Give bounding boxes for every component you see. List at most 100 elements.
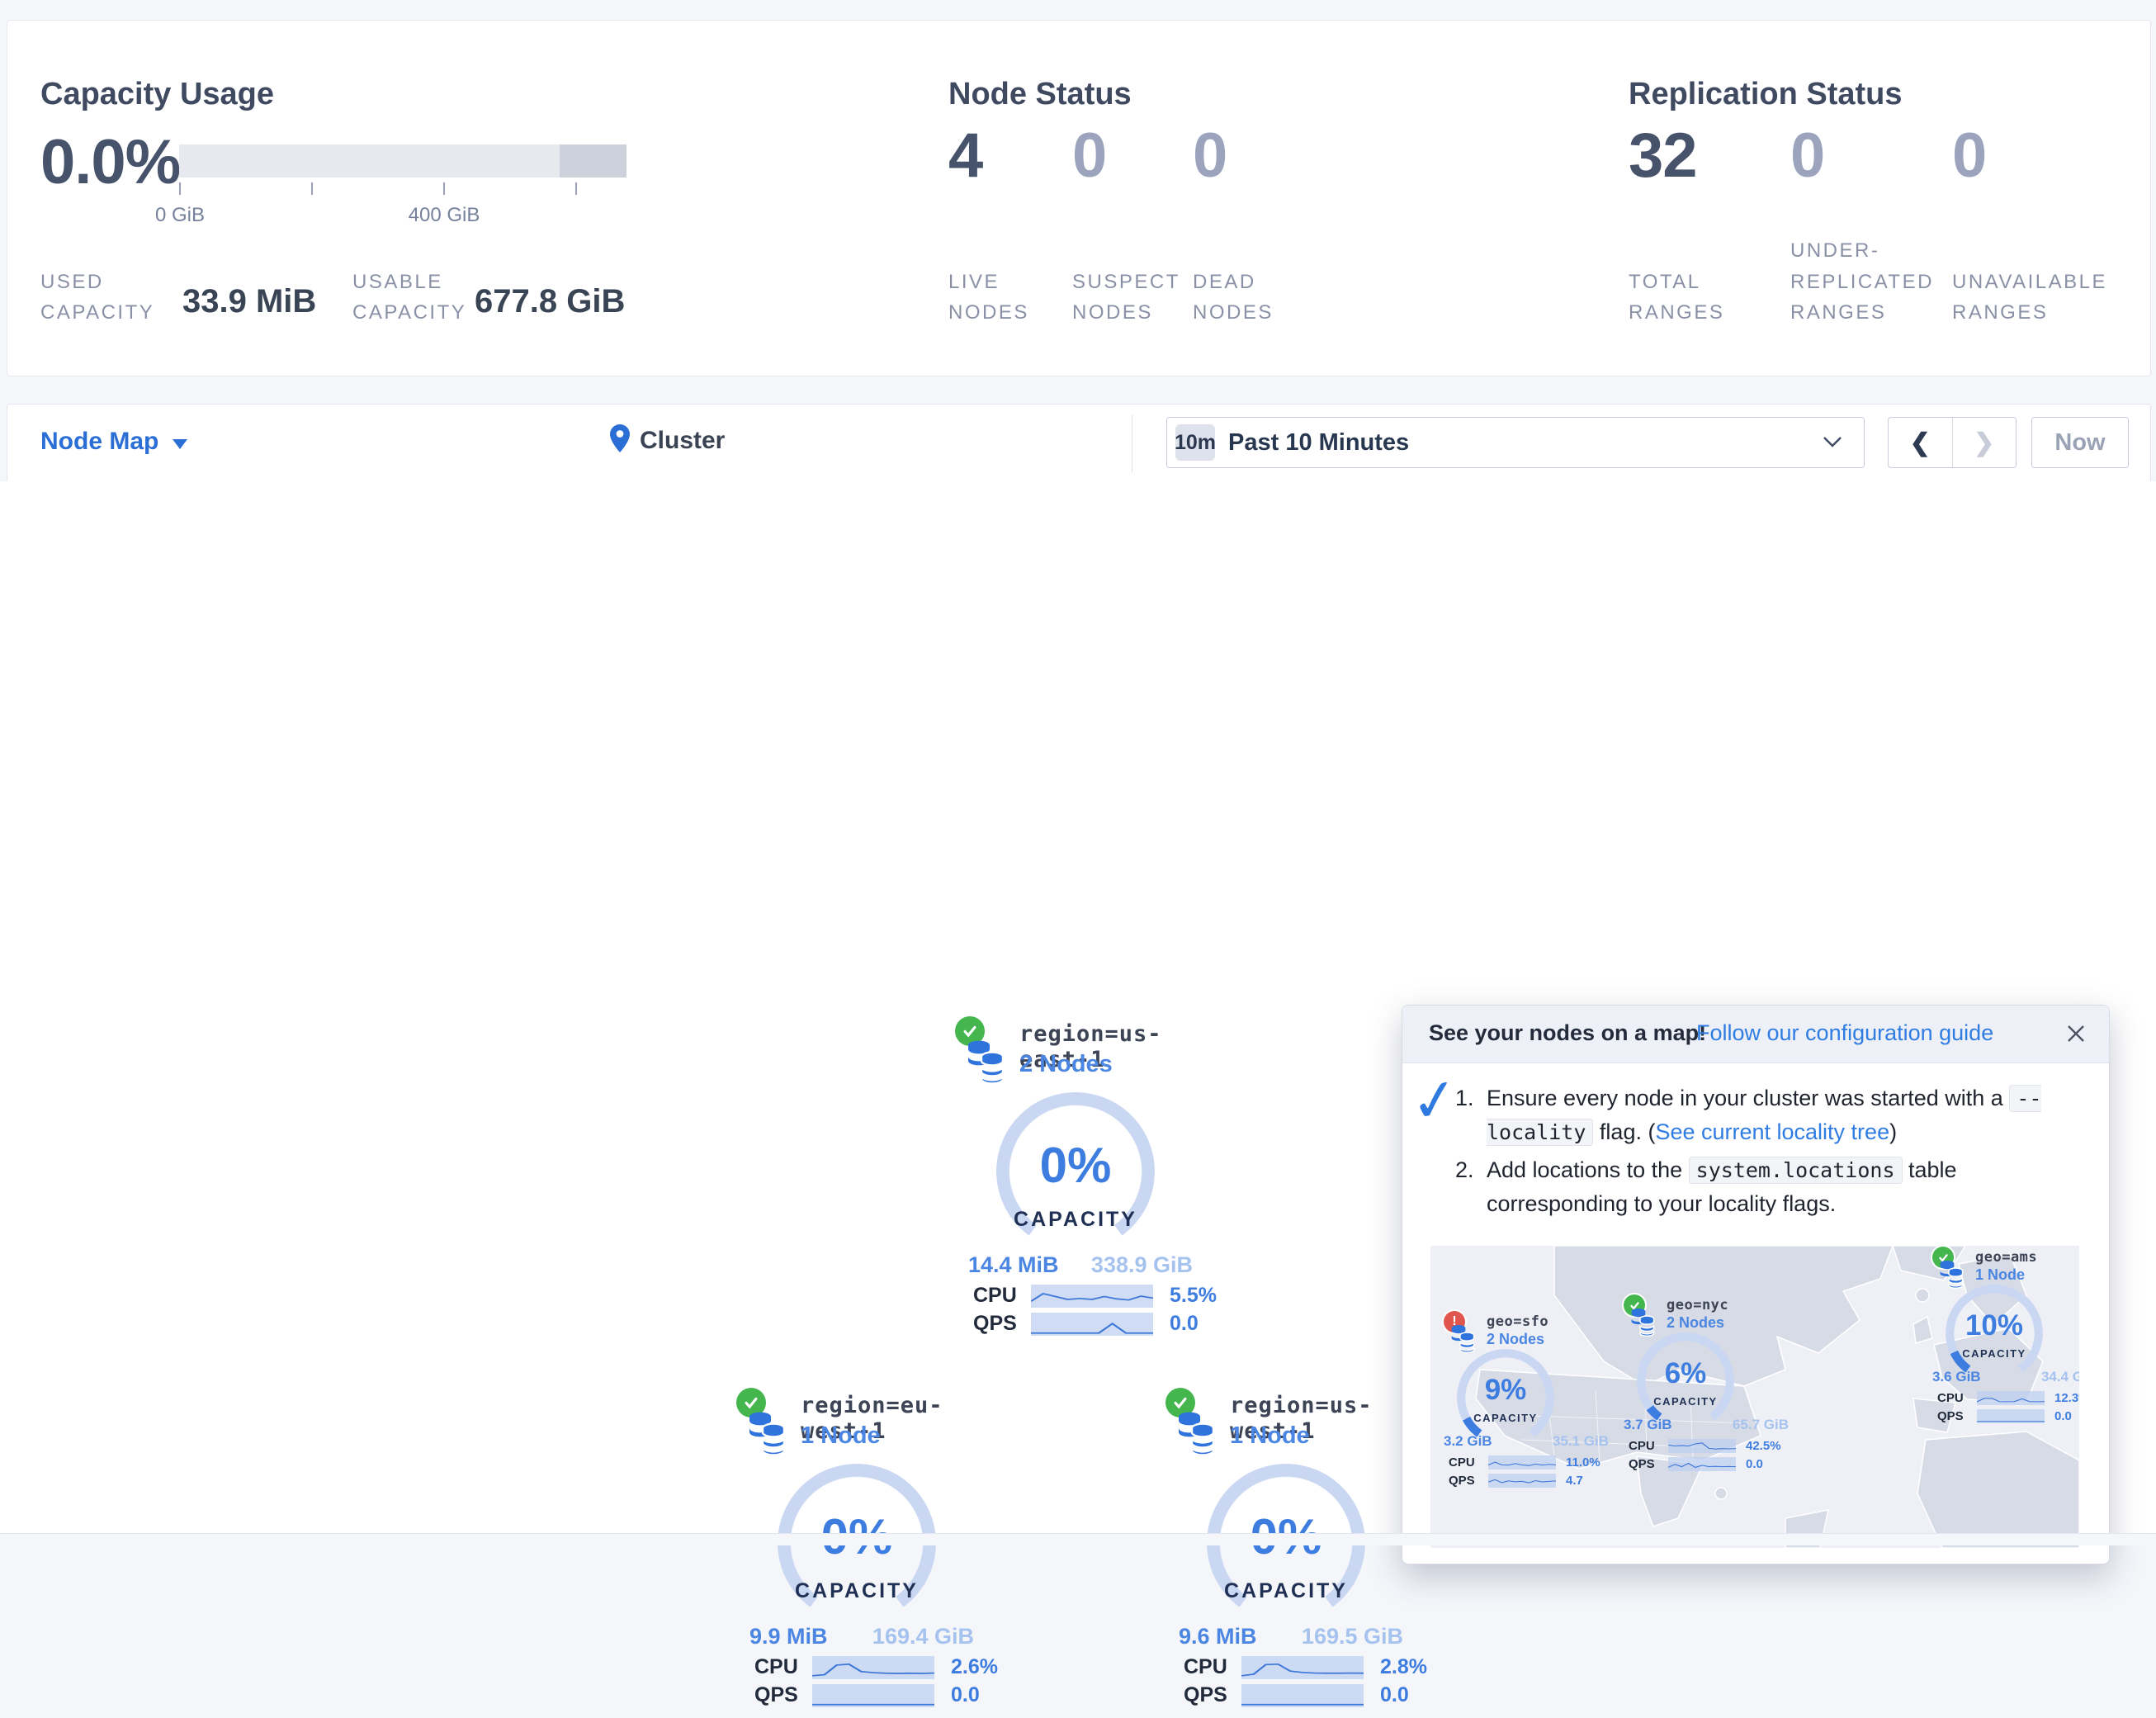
node-status-title: Node Status xyxy=(948,77,1132,112)
qps-sparkline xyxy=(1241,1684,1364,1707)
capacity-used-value: 3.7 GiB xyxy=(1624,1417,1672,1433)
qps-metric-row: QPS 4.7 xyxy=(1449,1474,1583,1488)
total-ranges-label: TOTAL RANGES xyxy=(1629,267,1752,328)
node-map-page: Capacity Usage 0.0% 0 GiB 400 GiB USED C… xyxy=(0,0,2156,1545)
time-pager-group: ❮ ❯ xyxy=(1888,417,2017,468)
time-range-label: Past 10 Minutes xyxy=(1228,429,1409,457)
capacity-bar-reserved xyxy=(560,144,626,177)
capacity-usage-title: Capacity Usage xyxy=(40,77,274,112)
qps-value: 0.0 xyxy=(1380,1683,1409,1707)
configuration-guide-link[interactable]: Follow our configuration guide xyxy=(1696,1020,1993,1046)
qps-metric-row: QPS 0.0 xyxy=(754,1683,980,1707)
cpu-sparkline xyxy=(812,1656,934,1679)
suspect-nodes-count: 0 xyxy=(1072,120,1106,192)
suspect-nodes-label: SUSPECT NODES xyxy=(1072,267,1188,328)
close-icon[interactable] xyxy=(2064,1022,2087,1045)
cluster-locality-label: geo=ams xyxy=(1975,1249,2037,1266)
unavailable-label: UNAVAILABLE RANGES xyxy=(1952,267,2117,328)
capacity-gauge-percent: 0% xyxy=(996,1137,1155,1194)
qps-sparkline xyxy=(1668,1457,1736,1471)
capacity-tick xyxy=(443,182,445,195)
now-button[interactable]: Now xyxy=(2031,417,2129,468)
capacity-tick-label: 0 GiB xyxy=(135,204,225,227)
qps-value: 0.0 xyxy=(1170,1312,1199,1336)
chevron-down-icon xyxy=(1823,436,1842,453)
qps-metric-row: QPS 0.0 xyxy=(973,1312,1199,1336)
qps-label: QPS xyxy=(1629,1457,1668,1471)
qps-metric-row: QPS 0.0 xyxy=(1629,1457,1763,1471)
locality-tree-link[interactable]: See current locality tree xyxy=(1655,1119,1889,1144)
qps-label: QPS xyxy=(1184,1683,1241,1707)
live-nodes-label: LIVE NODES xyxy=(948,267,1056,328)
setup-steps: 1.Ensure every node in your cluster was … xyxy=(1455,1081,2081,1225)
capacity-used-value: 9.9 MiB xyxy=(749,1624,828,1649)
step-number: 2. xyxy=(1455,1153,1474,1187)
used-capacity-label: USED CAPACITY xyxy=(40,267,173,328)
time-forward-button[interactable]: ❯ xyxy=(1953,418,2017,467)
capacity-gauge-percent: 6% xyxy=(1637,1357,1734,1390)
cpu-value: 12.3% xyxy=(2054,1391,2079,1405)
database-stack-icon xyxy=(1177,1411,1225,1461)
cpu-metric-row: CPU 5.5% xyxy=(973,1284,1217,1308)
page-bottom-strip xyxy=(0,1533,2156,1545)
database-stack-icon xyxy=(1939,1260,1970,1294)
dead-nodes-count: 0 xyxy=(1193,120,1227,192)
cluster-node-count: 2 Nodes xyxy=(1019,1051,1113,1078)
capacity-gauge-caption: CAPACITY xyxy=(1637,1395,1734,1408)
qps-metric-row: QPS 0.0 xyxy=(1937,1409,2072,1423)
view-selector-dropdown[interactable]: Node Map xyxy=(40,428,158,456)
usable-capacity-label: USABLE CAPACITY xyxy=(352,267,493,328)
cluster-node-count: 2 Nodes xyxy=(1487,1331,1544,1348)
map-toolbar: Node Map Cluster 10m Past 10 Minutes ❮ ❯… xyxy=(7,404,2151,483)
step-text: Add locations to the xyxy=(1487,1157,1689,1182)
capacity-percent: 0.0% xyxy=(40,126,180,198)
qps-sparkline xyxy=(812,1684,934,1707)
used-capacity-value: 33.9 MiB xyxy=(182,283,316,320)
step-text: flag. ( xyxy=(1593,1119,1655,1144)
cpu-metric-row: CPU 2.8% xyxy=(1184,1655,1427,1679)
qps-value: 4.7 xyxy=(1566,1474,1583,1488)
capacity-used-value: 3.2 GiB xyxy=(1444,1433,1492,1450)
qps-label: QPS xyxy=(973,1312,1031,1336)
live-nodes-count: 4 xyxy=(948,120,982,192)
capacity-gauge-caption: CAPACITY xyxy=(778,1579,936,1603)
time-range-select[interactable]: 10m Past 10 Minutes xyxy=(1166,417,1865,468)
database-stack-icon xyxy=(748,1411,796,1461)
capacity-gauge-caption: CAPACITY xyxy=(1207,1579,1365,1603)
region-cluster-us-east-1[interactable]: region=us-east-1 2 Nodes 0% CAPACITY 14.… xyxy=(953,1016,1226,1346)
region-cluster-eu-west-1[interactable]: region=eu-west-1 1 Node 0% CAPACITY 9.9 … xyxy=(735,1388,1007,1718)
replication-status-title: Replication Status xyxy=(1629,77,1903,112)
capacity-used-value: 14.4 MiB xyxy=(968,1252,1059,1278)
time-back-button[interactable]: ❮ xyxy=(1889,418,1953,467)
cpu-label: CPU xyxy=(973,1284,1031,1308)
node-map-canvas: region=us-east-1 2 Nodes 0% CAPACITY 14.… xyxy=(0,481,2156,1534)
database-stack-icon xyxy=(1630,1308,1662,1342)
capacity-gauge-caption: CAPACITY xyxy=(996,1208,1155,1232)
popup-title: See your nodes on a map! xyxy=(1429,1020,1706,1046)
capacity-tick-label: 400 GiB xyxy=(382,204,506,227)
qps-value: 0.0 xyxy=(2054,1409,2072,1423)
qps-label: QPS xyxy=(1449,1474,1488,1488)
cluster-node-count: 1 Node xyxy=(801,1422,881,1450)
unavailable-count: 0 xyxy=(1952,120,1986,192)
code-chip: system.locations xyxy=(1689,1157,1903,1184)
under-replicated-label: UNDER-REPLICATED RANGES xyxy=(1790,235,1935,328)
capacity-tick xyxy=(179,182,181,195)
cpu-value: 5.5% xyxy=(1170,1284,1217,1308)
capacity-tick xyxy=(311,182,313,195)
cluster-locality-label: geo=sfo xyxy=(1487,1313,1548,1330)
region-cluster-us-west-1[interactable]: region=us-west-1 1 Node 0% CAPACITY 9.6 … xyxy=(1164,1388,1436,1718)
mini-cluster-geo-sfo: ! geo=sfo 2 Nodes 9% CAPACITY 3.2 GiB 35… xyxy=(1444,1311,1617,1493)
capacity-bar xyxy=(179,144,626,177)
breadcrumb[interactable]: Cluster xyxy=(610,424,725,457)
time-range-badge: 10m xyxy=(1175,424,1215,461)
capacity-total-value: 34.4 GiB xyxy=(2041,1369,2079,1385)
cluster-node-count: 1 Node xyxy=(1975,1266,2025,1284)
mini-cluster-geo-nyc: geo=nyc 2 Nodes 6% CAPACITY 3.7 GiB 65.7… xyxy=(1624,1294,1797,1476)
database-stack-icon xyxy=(967,1039,1014,1090)
cluster-node-count: 2 Nodes xyxy=(1667,1314,1724,1332)
cpu-label: CPU xyxy=(754,1655,812,1679)
step-text: Ensure every node in your cluster was st… xyxy=(1487,1086,2009,1110)
capacity-gauge-percent: 10% xyxy=(1946,1309,2043,1342)
dead-nodes-label: DEAD NODES xyxy=(1193,267,1300,328)
